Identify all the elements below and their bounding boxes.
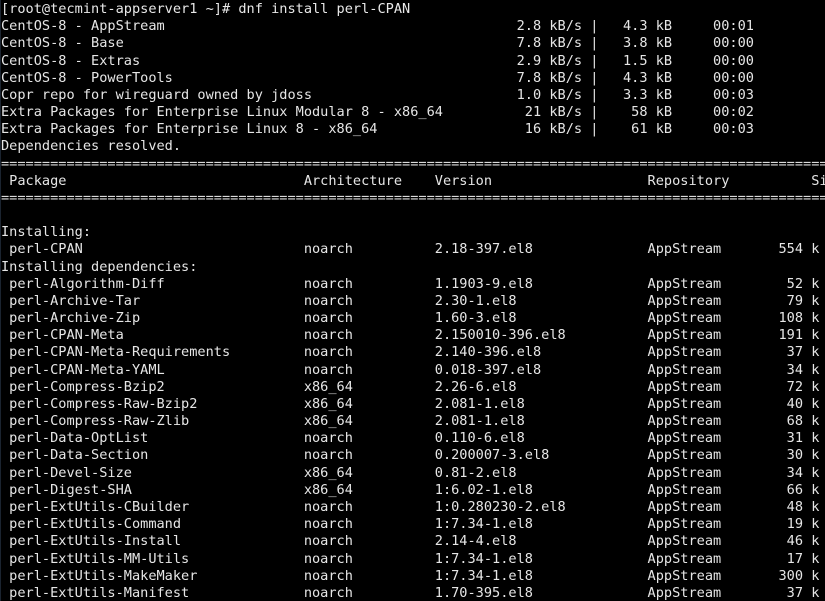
terminal-screen[interactable]: [root@tecmint-appserver1 ~]# dnf install…: [1, 1, 824, 601]
table-separator-bottom: ========================================…: [1, 190, 824, 207]
repo-progress-line: CentOS-8 - PowerTools 7.8 kB/s | 4.3 kB …: [1, 70, 824, 87]
package-row: perl-ExtUtils-Command noarch 1:7.34-1.el…: [1, 516, 824, 533]
table-header-row: Package Architecture Version Repository …: [1, 173, 824, 190]
package-row: perl-Devel-Size x86_64 0.81-2.el8 AppStr…: [1, 465, 824, 482]
package-row: perl-ExtUtils-Install noarch 2.14-4.el8 …: [1, 533, 824, 550]
package-row: perl-Compress-Raw-Bzip2 x86_64 2.081-1.e…: [1, 396, 824, 413]
section-label: Installing:: [1, 224, 824, 241]
repo-progress-line: CentOS-8 - Extras 2.9 kB/s | 1.5 kB 00:0…: [1, 53, 824, 70]
repo-progress-line: CentOS-8 - Base 7.8 kB/s | 3.8 kB 00:00: [1, 35, 824, 52]
table-separator-top: ========================================…: [1, 156, 824, 173]
package-row: perl-Algorithm-Diff noarch 1.1903-9.el8 …: [1, 276, 824, 293]
package-row: perl-Archive-Zip noarch 1.60-3.el8 AppSt…: [1, 310, 824, 327]
package-row: perl-Compress-Raw-Zlib x86_64 2.081-1.el…: [1, 413, 824, 430]
package-row: perl-Data-Section noarch 0.200007-3.el8 …: [1, 447, 824, 464]
section-label: Installing dependencies:: [1, 259, 824, 276]
repo-progress-line: Extra Packages for Enterprise Linux 8 - …: [1, 121, 824, 138]
repo-progress-line: Copr repo for wireguard owned by jdoss 1…: [1, 87, 824, 104]
package-row: perl-CPAN-Meta noarch 2.150010-396.el8 A…: [1, 327, 824, 344]
prompt-line: [root@tecmint-appserver1 ~]# dnf install…: [1, 1, 824, 18]
repo-progress-line: CentOS-8 - AppStream 2.8 kB/s | 4.3 kB 0…: [1, 18, 824, 35]
package-row: perl-Compress-Bzip2 x86_64 2.26-6.el8 Ap…: [1, 379, 824, 396]
package-row: perl-ExtUtils-Manifest noarch 1.70-395.e…: [1, 585, 824, 601]
package-row: perl-Data-OptList noarch 0.110-6.el8 App…: [1, 430, 824, 447]
dependencies-resolved-line: Dependencies resolved.: [1, 138, 824, 155]
repo-progress-line: Extra Packages for Enterprise Linux Modu…: [1, 104, 824, 121]
package-row: perl-CPAN-Meta-YAML noarch 0.018-397.el8…: [1, 362, 824, 379]
package-row: perl-ExtUtils-MM-Utils noarch 1:7.34-1.e…: [1, 551, 824, 568]
package-row: perl-Archive-Tar noarch 2.30-1.el8 AppSt…: [1, 293, 824, 310]
package-row: perl-Digest-SHA x86_64 1:6.02-1.el8 AppS…: [1, 482, 824, 499]
package-row: perl-ExtUtils-CBuilder noarch 1:0.280230…: [1, 499, 824, 516]
terminal-window[interactable]: [root@tecmint-appserver1 ~]# dnf install…: [0, 0, 825, 601]
package-row: perl-CPAN noarch 2.18-397.el8 AppStream …: [1, 241, 824, 258]
package-row: perl-CPAN-Meta-Requirements noarch 2.140…: [1, 344, 824, 361]
blank-line: [1, 207, 824, 224]
package-row: perl-ExtUtils-MakeMaker noarch 1:7.34-1.…: [1, 568, 824, 585]
